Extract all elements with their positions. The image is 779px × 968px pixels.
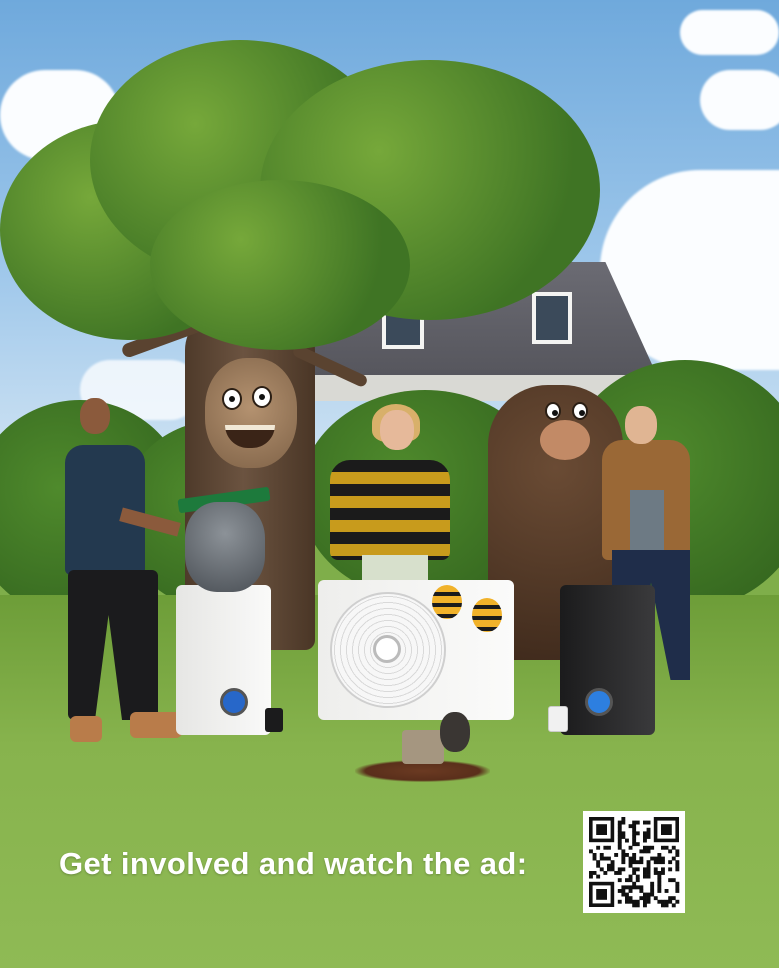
bear-eye [545, 402, 561, 420]
woman-head [380, 410, 414, 450]
cloud [700, 70, 779, 130]
bear-snout [540, 420, 590, 460]
ad-photo-scene: Get involved and watch the ad: [0, 0, 779, 968]
tree-eye [252, 386, 272, 408]
bee-figure [472, 598, 502, 632]
white-boiler [176, 585, 271, 735]
man-left-head [80, 398, 110, 434]
man-right-shirt [630, 490, 664, 550]
racoon-plush [185, 502, 265, 592]
thermostat [265, 708, 283, 732]
man-left-shoe [130, 712, 182, 738]
bee-striped-sweater [330, 460, 450, 560]
brand-logo-icon [373, 635, 401, 663]
man-left-shoe [70, 716, 102, 742]
boiler-dial [220, 688, 248, 716]
bear-eye [572, 402, 588, 420]
cloud [680, 10, 779, 55]
qr-code-icon[interactable] [583, 811, 685, 913]
thermostat [548, 706, 568, 732]
bee-figure [432, 585, 462, 619]
mole-figure [440, 712, 470, 752]
tree-canopy [150, 180, 410, 350]
house-window [532, 292, 572, 344]
qr-code-graphic [589, 817, 680, 908]
cta-headline: Get involved and watch the ad: [59, 846, 528, 881]
boiler-dial [585, 688, 613, 716]
tree-eye [222, 388, 242, 410]
retro-radio [402, 730, 444, 764]
tree-face [205, 358, 297, 468]
man-right-head [625, 406, 657, 444]
